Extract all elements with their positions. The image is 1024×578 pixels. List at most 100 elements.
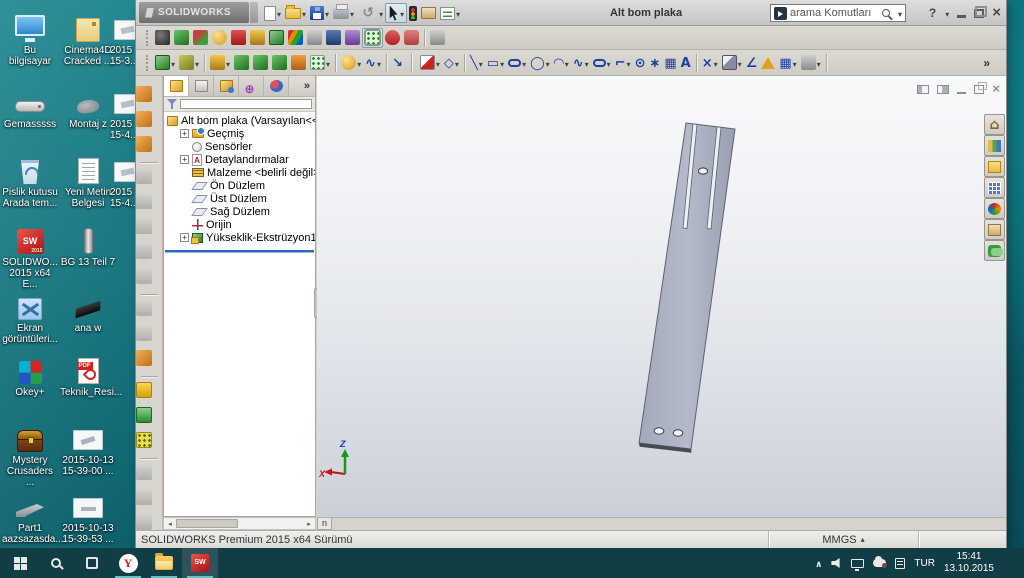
- view-list-icon[interactable]: [440, 6, 456, 20]
- tree-item[interactable]: + Geçmiş: [164, 127, 315, 140]
- caret-down-icon[interactable]: [350, 4, 354, 22]
- caret-down-icon[interactable]: [436, 54, 440, 72]
- measure-icon[interactable]: [136, 268, 152, 284]
- replace-components-icon[interactable]: [269, 30, 284, 45]
- move-component-icon[interactable]: [231, 30, 246, 45]
- desktop-icon[interactable]: BG 13 Teil 7: [60, 222, 116, 268]
- caret-down-icon[interactable]: [793, 54, 797, 72]
- arc-icon[interactable]: [554, 54, 564, 72]
- task-view-button[interactable]: [74, 548, 110, 578]
- mass-properties-icon[interactable]: [136, 300, 152, 316]
- bounding-box-icon[interactable]: [664, 54, 676, 72]
- logo-chevron[interactable]: [250, 2, 258, 23]
- desktop-icon[interactable]: Ekran görüntüleri...: [2, 288, 58, 345]
- desktop-icon[interactable]: 2015-10-13 15-39-53 ...: [60, 488, 116, 545]
- caret-down-icon[interactable]: [585, 54, 589, 72]
- point-icon[interactable]: [635, 54, 646, 72]
- command-search[interactable]: arama Komutları: [770, 4, 906, 22]
- caret-down-icon[interactable]: [627, 54, 631, 72]
- features-panel-icon[interactable]: [136, 407, 152, 423]
- phone-icon[interactable]: [136, 350, 152, 366]
- mirror-entities-icon[interactable]: [681, 54, 691, 72]
- undo-icon[interactable]: [358, 4, 378, 22]
- new-doc-icon[interactable]: [264, 5, 276, 21]
- caret-down-icon[interactable]: [277, 4, 281, 22]
- tree-item[interactable]: + Detaylandırmalar: [164, 153, 315, 166]
- save-icon[interactable]: [310, 6, 325, 20]
- print-icon[interactable]: [333, 3, 350, 19]
- collision-icon[interactable]: [404, 30, 419, 45]
- network-icon[interactable]: [851, 558, 865, 571]
- spline-icon[interactable]: [573, 54, 584, 72]
- taskbar-search-button[interactable]: [38, 548, 74, 578]
- volume-icon[interactable]: [831, 558, 840, 568]
- caret-down-icon[interactable]: [546, 54, 550, 72]
- caret-down-icon[interactable]: [326, 54, 330, 72]
- clock[interactable]: 15:41 13.10.2015: [944, 551, 994, 575]
- route-icon[interactable]: [193, 30, 208, 45]
- close-button[interactable]: [992, 4, 1001, 22]
- tree-item[interactable]: Ön Düzlem: [164, 179, 315, 192]
- section-view-icon[interactable]: [136, 193, 152, 209]
- configurationmanager-tab[interactable]: [214, 76, 239, 96]
- displaymanager-tab[interactable]: [264, 76, 289, 96]
- pattern-panel-icon[interactable]: [136, 432, 152, 448]
- rollback-bar[interactable]: [165, 250, 314, 252]
- caret-down-icon[interactable]: [325, 4, 329, 22]
- tree-item[interactable]: Alt bom plaka (Varsayılan<<Var: [164, 114, 315, 127]
- tree-item[interactable]: Sensörler: [164, 140, 315, 153]
- find-references-icon[interactable]: [326, 30, 341, 45]
- tree-item[interactable]: Sağ Düzlem: [164, 205, 315, 218]
- caret-down-icon[interactable]: [607, 54, 611, 72]
- search-placeholder[interactable]: arama Komutları: [790, 7, 879, 19]
- desktop-icon[interactable]: Okey+: [2, 352, 58, 398]
- graphics-viewport[interactable]: X Z: [317, 76, 1006, 517]
- sketch-fillet-icon[interactable]: [615, 54, 626, 72]
- dimxpertmanager-tab[interactable]: [239, 76, 264, 96]
- solidworks-app-button[interactable]: SW: [182, 548, 218, 578]
- caret-down-icon[interactable]: [945, 4, 949, 22]
- caret-down-icon[interactable]: [377, 54, 381, 72]
- insert-up-icon[interactable]: [136, 489, 152, 505]
- doc-minimize-icon[interactable]: [957, 91, 967, 94]
- featuremanager-tab[interactable]: [164, 76, 189, 96]
- revolve-icon[interactable]: [234, 55, 250, 70]
- custom-properties-button[interactable]: [984, 219, 1005, 240]
- desktop-icon[interactable]: SOLIDWO...2015 x64 E...: [2, 222, 58, 290]
- desktop-icon[interactable]: ana w: [60, 288, 116, 334]
- tree-item[interactable]: Malzeme <belirli değil>: [164, 166, 315, 179]
- star-icon[interactable]: [649, 54, 660, 72]
- toolbox-button[interactable]: [984, 177, 1005, 198]
- scroll-left-arrow[interactable]: [164, 520, 176, 528]
- home-button[interactable]: [984, 114, 1005, 135]
- select-cursor-icon[interactable]: [389, 5, 398, 21]
- propertymanager-tab[interactable]: [189, 76, 214, 96]
- fillet-icon[interactable]: [341, 55, 357, 70]
- warning-icon[interactable]: [761, 56, 776, 69]
- filter-input[interactable]: [180, 99, 312, 109]
- interference-check-icon[interactable]: [385, 30, 400, 45]
- design-library-button[interactable]: [984, 135, 1005, 156]
- caret-down-icon[interactable]: [302, 4, 306, 22]
- hole-wizard-icon[interactable]: [291, 55, 307, 70]
- isolate-icon[interactable]: [430, 30, 445, 45]
- desktop-icon[interactable]: 2015-10-13 15-39-00 ...: [60, 420, 116, 477]
- model-tab[interactable]: n: [317, 518, 332, 530]
- caret-down-icon[interactable]: [195, 54, 199, 72]
- ellipse-icon[interactable]: [592, 58, 606, 67]
- straight-slot-icon[interactable]: [508, 58, 522, 67]
- caret-down-icon[interactable]: [738, 54, 742, 72]
- caret-down-icon[interactable]: [379, 4, 383, 22]
- curve-icon[interactable]: [365, 54, 376, 72]
- desktop-icon[interactable]: Gemasssss: [2, 84, 58, 130]
- caret-down-icon[interactable]: [522, 54, 526, 72]
- tree-item[interactable]: Orijin: [164, 218, 315, 231]
- toolbar-overflow-button[interactable]: »: [983, 56, 990, 70]
- minimize-button[interactable]: [957, 15, 967, 18]
- expand-icon[interactable]: +: [180, 129, 189, 138]
- action-center-icon[interactable]: [895, 557, 906, 569]
- sketch-icon[interactable]: [419, 55, 435, 70]
- units-selector[interactable]: MMGS ▴: [768, 531, 918, 548]
- open-folder-icon[interactable]: [285, 4, 302, 19]
- expand-icon[interactable]: +: [180, 155, 189, 164]
